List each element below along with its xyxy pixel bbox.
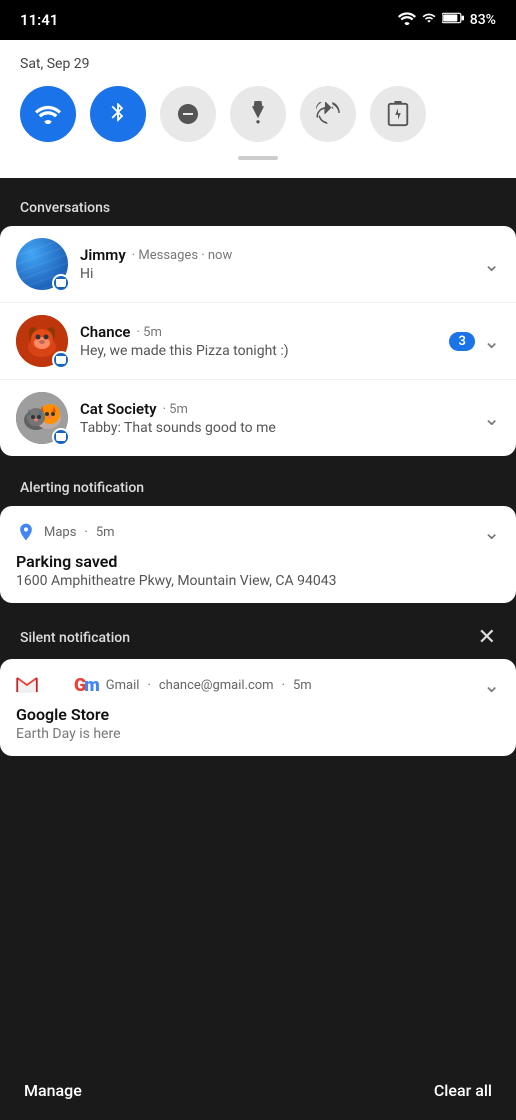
status-icons: 83% [398, 11, 496, 29]
gmail-m-icon [46, 677, 66, 693]
gmail-title: Google Store [16, 705, 500, 724]
jimmy-name: Jimmy [80, 246, 126, 264]
gmail-icon [16, 677, 38, 693]
gmail-app-info: Gm Gmail · chance@gmail.com · 5m [16, 675, 312, 696]
clear-all-button[interactable]: Clear all [434, 1081, 492, 1100]
jimmy-expand-icon[interactable]: ⌄ [483, 252, 500, 276]
chance-app-badge [52, 351, 70, 369]
manage-button[interactable]: Manage [24, 1081, 82, 1100]
battery-icon [442, 11, 464, 29]
silent-close-button[interactable]: ✕ [478, 627, 496, 649]
chance-expand-icon[interactable]: ⌄ [483, 329, 500, 353]
gmail-time: 5m [293, 678, 312, 693]
cat-society-app-badge [52, 428, 70, 446]
qs-drag-handle[interactable] [238, 156, 278, 160]
cat-society-actions: ⌄ [483, 406, 500, 430]
jimmy-app: · Messages · now [132, 248, 232, 263]
gap1 [0, 178, 516, 186]
cat-society-expand-icon[interactable]: ⌄ [483, 406, 500, 430]
bottom-bar: Manage Clear all [0, 1060, 516, 1120]
gmail-letter-icon: Gm [74, 675, 98, 696]
status-bar: 11:41 83% [0, 0, 516, 40]
jimmy-actions: ⌄ [483, 252, 500, 276]
chance-actions: 3 ⌄ [449, 329, 500, 353]
alerting-label: Alerting notification [0, 466, 516, 506]
gmail-sender: chance@gmail.com [159, 678, 274, 693]
chance-message: Hey, we made this Pizza tonight :) [80, 343, 441, 359]
status-time: 11:41 [20, 11, 58, 29]
battery-percent: 83% [470, 12, 496, 28]
gmail-dot2: · [282, 678, 285, 693]
conversation-jimmy[interactable]: Jimmy · Messages · now Hi ⌄ [0, 226, 516, 302]
qs-bluetooth-button[interactable] [90, 86, 146, 142]
jimmy-message: Hi [80, 266, 475, 282]
alerting-notification-card[interactable]: Maps · 5m ⌄ Parking saved 1600 Amphithea… [0, 506, 516, 603]
qs-battery-saver-button[interactable] [370, 86, 426, 142]
quick-settings-panel: Sat, Sep 29 [0, 40, 516, 178]
jimmy-content: Jimmy · Messages · now Hi [80, 246, 475, 282]
maps-app-info: Maps · 5m [16, 522, 115, 542]
qs-wifi-button[interactable] [20, 86, 76, 142]
maps-icon [16, 522, 36, 542]
gap2 [0, 458, 516, 466]
qs-dnd-button[interactable] [160, 86, 216, 142]
silent-label: Silent notification [20, 630, 130, 646]
gmail-expand-icon[interactable]: ⌄ [483, 673, 500, 697]
conversation-chance[interactable]: Chance · 5m Hey, we made this Pizza toni… [0, 302, 516, 379]
cat-society-content: Cat Society · 5m Tabby: That sounds good… [80, 400, 475, 436]
signal-icon [422, 11, 436, 29]
gmail-body: Earth Day is here [16, 726, 500, 742]
gap4 [0, 758, 516, 766]
jimmy-app-badge [52, 274, 70, 292]
gmail-notification-card[interactable]: Gm Gmail · chance@gmail.com · 5m ⌄ Googl… [0, 659, 516, 756]
maps-app-name: Maps [44, 525, 76, 540]
qs-buttons-row [20, 86, 496, 142]
wifi-icon [398, 11, 416, 29]
alerting-title: Parking saved [16, 552, 500, 571]
conversations-label: Conversations [0, 186, 516, 226]
maps-dot: · [84, 525, 87, 540]
qs-date: Sat, Sep 29 [20, 56, 496, 72]
alerting-expand-icon[interactable]: ⌄ [483, 520, 500, 544]
qs-rotate-button[interactable] [300, 86, 356, 142]
cat-society-time: · 5m [163, 402, 188, 417]
conversations-card: Jimmy · Messages · now Hi ⌄ [0, 226, 516, 456]
maps-time: 5m [96, 525, 115, 540]
chance-time: · 5m [137, 325, 162, 340]
conversation-cat-society[interactable]: Cat Society · 5m Tabby: That sounds good… [0, 379, 516, 456]
chance-content: Chance · 5m Hey, we made this Pizza toni… [80, 323, 441, 359]
gmail-app-name: Gmail [106, 678, 140, 693]
chance-name: Chance [80, 323, 131, 341]
alerting-body: 1600 Amphitheatre Pkwy, Mountain View, C… [16, 573, 500, 589]
qs-flashlight-button[interactable] [230, 86, 286, 142]
cat-society-message: Tabby: That sounds good to me [80, 420, 475, 436]
cat-society-name: Cat Society [80, 400, 157, 418]
gap3 [0, 605, 516, 613]
chance-badge: 3 [449, 332, 475, 351]
silent-section-header: Silent notification ✕ [0, 613, 516, 659]
gmail-dot1: · [147, 678, 150, 693]
